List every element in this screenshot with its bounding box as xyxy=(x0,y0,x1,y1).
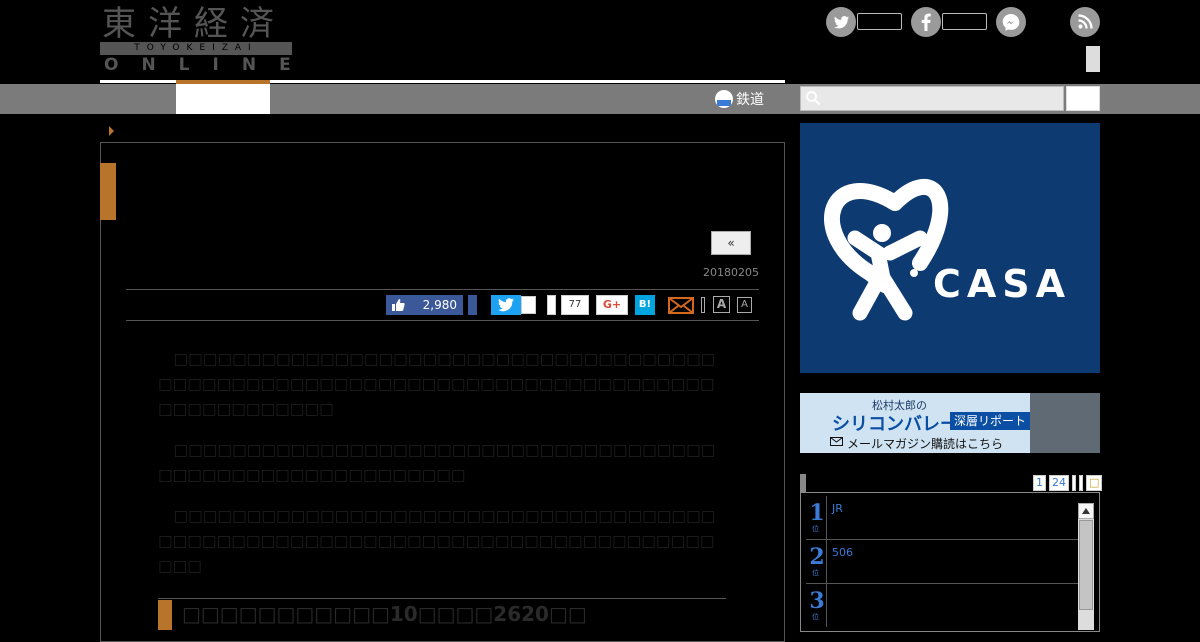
ranking-title: 506 xyxy=(832,546,853,559)
casa-logo-icon: CASA xyxy=(824,178,1071,321)
font-size-large-button[interactable]: A xyxy=(713,296,730,313)
like-count: 2,980 xyxy=(422,298,457,312)
scrollbar-thumb[interactable] xyxy=(1079,520,1093,610)
article-paragraph-2: □□□□□□□□□□□□□□□□□□□□□□□□□□□□□□□□□□□□□□□□… xyxy=(158,441,716,484)
ranking-tab-4[interactable] xyxy=(1079,475,1083,491)
section-heading: □□□□□□□□□□□10□□□□2620□□ xyxy=(182,602,587,626)
ranking-tab-1h[interactable]: 1 xyxy=(1033,475,1046,491)
ranking-number: 3 xyxy=(809,588,825,614)
ranking-tab-5[interactable]: □ xyxy=(1086,475,1103,491)
train-icon xyxy=(715,90,733,108)
twitter-bird-icon xyxy=(498,298,514,312)
ranking-unit: 位 xyxy=(812,569,819,577)
header-side-button[interactable] xyxy=(1086,46,1100,72)
search-input[interactable] xyxy=(800,86,1064,111)
google-plus-button[interactable]: G+ xyxy=(596,295,628,315)
ranking-tab-24h[interactable]: 24 xyxy=(1049,475,1069,491)
ad-banner-silicon-valley[interactable]: 松村太郎の シリコンバレー 深層リポート メールマガジン購読はこちら xyxy=(800,393,1100,453)
hatena-bookmark-button[interactable]: B! xyxy=(635,295,655,315)
ranking-divider xyxy=(826,496,827,539)
article-paragraph-1: □□□□□□□□□□□□□□□□□□□□□□□□□□□□□□□□□□□□□□□□… xyxy=(158,350,716,418)
casa-wordmark: CASA xyxy=(933,262,1071,306)
nav-rail-label: 鉄道 xyxy=(736,92,764,108)
author-photo xyxy=(1030,393,1100,453)
share-button[interactable] xyxy=(547,295,556,315)
breadcrumb-arrow-icon xyxy=(109,126,114,136)
section-heading-accent xyxy=(158,600,172,630)
ranking-divider xyxy=(826,584,827,627)
twitter-follow-count xyxy=(857,13,902,30)
ranking-unit: 位 xyxy=(812,613,819,621)
article-paragraph-3: □□□□□□□□□□□□□□□□□□□□□□□□□□□□□□□□□□□□□□□□… xyxy=(158,507,716,575)
toolbar-separator xyxy=(701,297,705,313)
ranking-unit: 位 xyxy=(812,525,819,533)
ranking-item[interactable]: 2 位 506 xyxy=(806,540,1078,584)
logo-kanji: 東洋経済 xyxy=(102,4,286,44)
publish-date: 20180205 xyxy=(703,266,759,279)
nav-tab-active[interactable] xyxy=(176,84,270,114)
ranking-item[interactable]: 3 位 xyxy=(806,584,1078,627)
ad-title: シリコンバレー xyxy=(832,414,958,435)
ad-banner-casa[interactable]: CASA xyxy=(800,123,1100,373)
ranking-number: 2 xyxy=(809,544,825,570)
rss-icon[interactable] xyxy=(1070,7,1100,37)
ranking-tab-3[interactable] xyxy=(1072,475,1076,491)
ranking-header-accent xyxy=(800,474,806,492)
facebook-icon[interactable] xyxy=(911,7,941,37)
section-rule xyxy=(158,598,726,599)
nav-rail-link[interactable]: 鉄道 xyxy=(715,88,764,110)
tweet-count xyxy=(521,296,536,314)
share-top-rule xyxy=(126,289,759,290)
facebook-share-button[interactable] xyxy=(468,295,477,315)
ranking-number: 1 xyxy=(809,500,825,526)
tweet-button[interactable] xyxy=(491,295,521,315)
messenger-icon[interactable] xyxy=(996,7,1026,37)
search-icon xyxy=(806,91,821,106)
ranking-item[interactable]: 1 位 JR xyxy=(806,496,1078,540)
article-title-accent xyxy=(100,163,116,220)
font-size-small-button[interactable]: A xyxy=(737,297,752,313)
facebook-like-button[interactable]: 2,980 xyxy=(386,295,463,315)
logo-romaji: TOYOKEIZAI xyxy=(100,42,292,55)
ad-cta: メールマガジン購読はこちら xyxy=(847,437,1004,451)
mail-icon[interactable] xyxy=(668,295,694,315)
twitter-icon[interactable] xyxy=(826,7,856,37)
logo-online: ONLINE xyxy=(104,55,314,75)
site-logo[interactable]: 東洋経済 TOYOKEIZAI ONLINE xyxy=(100,4,292,74)
facebook-like-count xyxy=(942,13,987,30)
thumbs-up-icon xyxy=(392,299,405,311)
envelope-icon xyxy=(830,437,843,446)
prev-page-button[interactable]: « xyxy=(711,231,751,255)
share-bottom-rule xyxy=(126,320,759,321)
search-button[interactable] xyxy=(1066,86,1100,111)
ad-badge: 深層リポート xyxy=(950,412,1031,430)
ranking-tabs: 1 24 □ xyxy=(1033,475,1103,491)
ranking-divider xyxy=(826,540,827,583)
ranking-title: JR xyxy=(832,502,843,515)
share-count: 77 xyxy=(561,295,589,315)
scroll-up-icon[interactable] xyxy=(1078,503,1094,519)
